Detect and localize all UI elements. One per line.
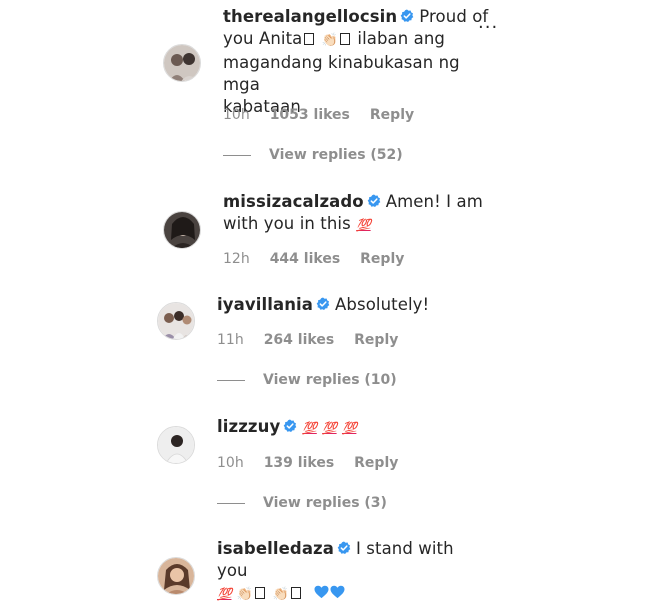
verified-badge-icon xyxy=(284,419,297,432)
avatar[interactable] xyxy=(157,302,195,340)
comment-body: lizzzuy 💯 💯 💯 xyxy=(217,416,497,439)
hundred-points-icon: 💯 xyxy=(356,218,371,232)
comment-therealangellocsin: therealangellocsin Proud of you Anita 👏🏻 … xyxy=(0,0,660,180)
missing-glyph-icon xyxy=(340,33,351,45)
view-replies-label: View replies (10) xyxy=(263,372,397,388)
verified-badge-icon xyxy=(367,194,381,207)
comment-missizacalzado: missizacalzado Amen! I am with you in thi… xyxy=(0,185,660,275)
hundred-points-icon: 💯 xyxy=(302,421,317,435)
likes-count[interactable]: 139 likes xyxy=(264,455,334,471)
avatar[interactable] xyxy=(157,557,195,595)
avatar[interactable] xyxy=(157,426,195,464)
comment-isabelledaza: isabelledaza I stand with you 💯 👏🏻 👏🏻 xyxy=(0,532,660,602)
comment-time[interactable]: 10h xyxy=(223,107,250,123)
missing-glyph-icon xyxy=(255,587,266,599)
comment-meta: 10h 139 likes Reply xyxy=(217,454,418,472)
view-replies-label: View replies (3) xyxy=(263,495,387,511)
comment-username[interactable]: iyavillania xyxy=(217,295,313,314)
verified-badge-icon xyxy=(337,541,351,554)
reply-button[interactable]: Reply xyxy=(360,251,404,267)
hundred-points-icon: 💯 xyxy=(217,587,232,601)
comment-lizzzuy: lizzzuy 💯 💯 💯 10h 139 likes Reply View repl… xyxy=(0,410,660,520)
comment-text: magandang kinabukasan ng mga xyxy=(223,53,460,94)
reply-button[interactable]: Reply xyxy=(370,107,414,123)
comment-username[interactable]: therealangellocsin xyxy=(223,7,397,26)
comment-text: you Anita xyxy=(223,29,303,48)
comment-text: ilaban ang xyxy=(357,29,445,48)
reply-button[interactable]: Reply xyxy=(354,332,398,348)
likes-count[interactable]: 444 likes xyxy=(270,251,340,267)
replies-divider xyxy=(217,379,245,381)
verified-badge-icon xyxy=(316,297,330,310)
comment-text: Absolutely! xyxy=(335,295,430,314)
more-options-icon[interactable]: ... xyxy=(478,14,498,32)
comment-username[interactable]: missizacalzado xyxy=(223,192,364,211)
comment-time[interactable]: 10h xyxy=(217,455,244,471)
hundred-points-icon: 💯 xyxy=(322,421,337,435)
comment-time[interactable]: 12h xyxy=(223,251,250,267)
comment-meta: 12h 444 likes Reply xyxy=(223,250,424,268)
view-replies-button[interactable]: View replies (10) xyxy=(217,371,397,389)
replies-divider xyxy=(217,502,245,504)
comment-body: iyavillania Absolutely! xyxy=(217,294,497,316)
comment-meta: 10h 1053 likes Reply xyxy=(223,106,434,124)
comment-username[interactable]: isabelledaza xyxy=(217,539,334,558)
avatar[interactable] xyxy=(163,211,201,249)
view-replies-button[interactable]: View replies (3) xyxy=(217,494,387,512)
comment-iyavillania: iyavillania Absolutely! 11h 264 likes Reply… xyxy=(0,288,660,398)
view-replies-label: View replies (52) xyxy=(269,147,403,163)
comment-text: with you in this xyxy=(223,214,351,233)
comment-text: Amen! I am xyxy=(385,192,483,211)
blue-heart-icon xyxy=(330,585,345,599)
avatar[interactable] xyxy=(163,44,201,82)
missing-glyph-icon xyxy=(304,33,315,45)
clapping-hands-icon: 👏🏻 xyxy=(236,587,254,602)
blue-heart-icon xyxy=(314,585,329,599)
comment-body: therealangellocsin Proud of you Anita 👏🏻 … xyxy=(223,6,493,118)
comment-body: missizacalzado Amen! I am with you in thi… xyxy=(223,191,503,236)
likes-count[interactable]: 1053 likes xyxy=(270,107,350,123)
comment-username[interactable]: lizzzuy xyxy=(217,417,280,436)
likes-count[interactable]: 264 likes xyxy=(264,332,334,348)
comment-time[interactable]: 11h xyxy=(217,332,244,348)
comment-body: isabelledaza I stand with you 💯 👏🏻 👏🏻 xyxy=(217,538,477,606)
comment-meta: 11h 264 likes Reply xyxy=(217,331,418,349)
replies-divider xyxy=(223,154,251,156)
verified-badge-icon xyxy=(400,9,414,22)
reply-button[interactable]: Reply xyxy=(354,455,398,471)
hundred-points-icon: 💯 xyxy=(341,421,357,435)
clapping-hands-icon: 👏🏻 xyxy=(321,33,339,48)
view-replies-button[interactable]: View replies (52) xyxy=(223,146,403,164)
missing-glyph-icon xyxy=(290,587,301,599)
clapping-hands-icon: 👏🏻 xyxy=(272,587,289,602)
